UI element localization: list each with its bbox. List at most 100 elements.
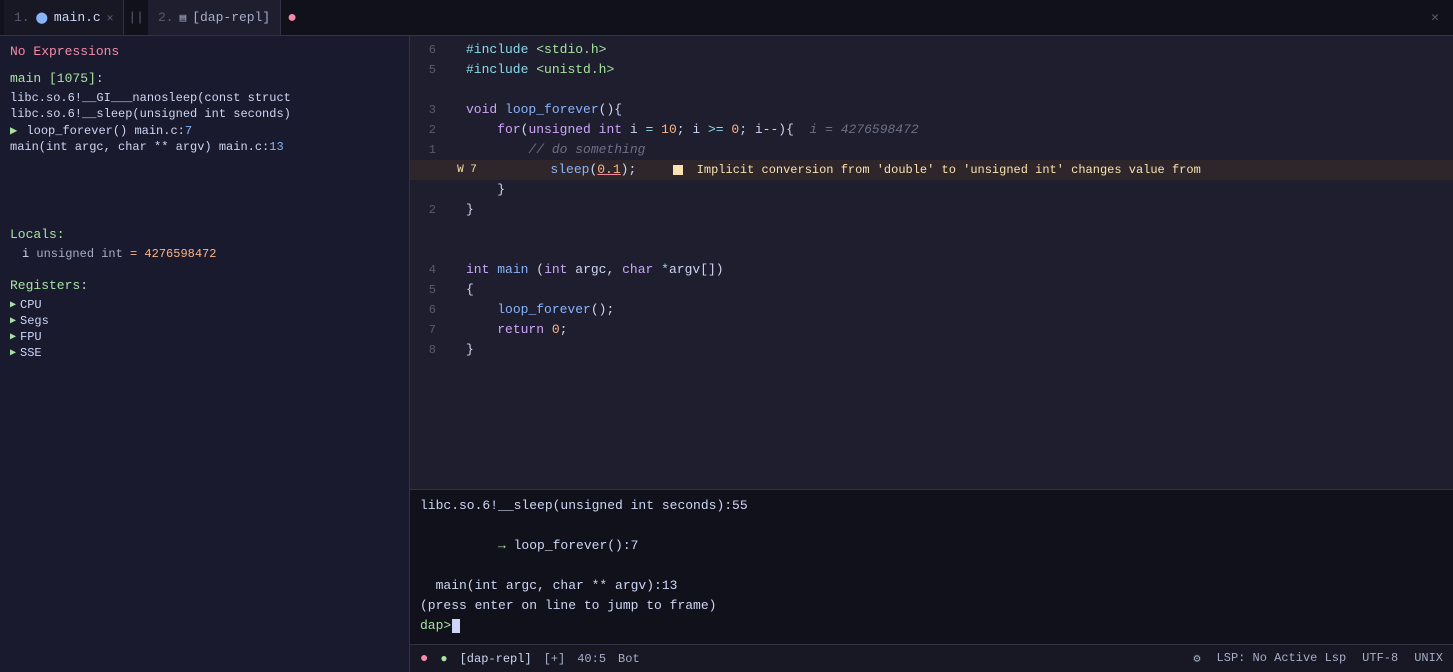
line-number: 2 xyxy=(410,200,446,220)
tab-close-icon[interactable]: ✕ xyxy=(107,11,114,25)
no-expressions-label: No Expressions xyxy=(10,44,399,59)
status-bar: ● ● [dap-repl] [+] 40:5 Bot ⚙ LSP: No Ac… xyxy=(410,644,1453,672)
code-line: 2 } xyxy=(410,200,1453,220)
expressions-section: No Expressions xyxy=(0,36,409,67)
left-panel: No Expressions main [1075]: libc.so.6!__… xyxy=(0,36,410,672)
line-marker-warn: W 7 xyxy=(446,160,488,180)
code-line: 1 // do something xyxy=(410,140,1453,160)
register-fpu[interactable]: ▶ FPU xyxy=(10,329,399,345)
code-line: 5 #include <unistd.h> xyxy=(410,60,1453,80)
code-line xyxy=(410,240,1453,260)
terminal-panel[interactable]: libc.so.6!__sleep(unsigned int seconds):… xyxy=(410,489,1453,644)
line-content: { xyxy=(466,280,1453,300)
status-position: 40:5 xyxy=(577,652,606,666)
stack-frame-text: main(int argc, char ** argv) main.c: xyxy=(10,140,269,154)
prompt-text: dap> xyxy=(420,616,451,636)
tab-label-2: [dap-repl] xyxy=(192,10,270,25)
stack-frame-text: loop_forever() main.c: xyxy=(26,124,184,138)
line-content: #include <unistd.h> xyxy=(466,60,1453,80)
triangle-icon: ▶ xyxy=(10,299,16,311)
call-stack-item[interactable]: main(int argc, char ** argv) main.c:13 xyxy=(10,139,399,155)
line-content: sleep(0.1); Implicit conversion from 'do… xyxy=(488,160,1453,180)
tab-bar: 1. ⬤ main.c ✕ || 2. ▤ [dap-repl] ● ✕ xyxy=(0,0,1453,36)
right-panel: 6 #include <stdio.h> 5 #include <unistd.… xyxy=(410,36,1453,672)
line-content: for(unsigned int i = 10; i >= 0; i--){ i… xyxy=(466,120,1453,140)
line-content: int main (int argc, char *argv[]) xyxy=(466,260,1453,280)
status-line-ending: UNIX xyxy=(1414,651,1443,666)
status-scroll: Bot xyxy=(618,652,640,666)
stack-frame-file-ref-2: 13 xyxy=(269,140,283,154)
spacer xyxy=(0,159,409,219)
line-number: 2 xyxy=(410,120,446,140)
code-line xyxy=(410,220,1453,240)
tab-separator: || xyxy=(124,10,148,25)
triangle-icon: ▶ xyxy=(10,331,16,343)
code-line: 6 loop_forever(); xyxy=(410,300,1453,320)
main-area: No Expressions main [1075]: libc.so.6!__… xyxy=(0,36,1453,672)
register-label: SSE xyxy=(20,346,42,360)
code-line: 5 { xyxy=(410,280,1453,300)
line-content: void loop_forever(){ xyxy=(466,100,1453,120)
tab-dap-repl[interactable]: 2. ▤ [dap-repl] xyxy=(148,0,281,35)
code-line: 3 void loop_forever(){ xyxy=(410,100,1453,120)
c-icon: ⬤ xyxy=(36,11,48,25)
terminal-content: libc.so.6!__sleep(unsigned int seconds):… xyxy=(410,490,1453,644)
line-content: } xyxy=(466,200,1453,220)
tab-main-c[interactable]: 1. ⬤ main.c ✕ xyxy=(4,0,124,35)
unsaved-dot: ● xyxy=(287,9,297,27)
register-segs[interactable]: ▶ Segs xyxy=(10,313,399,329)
gear-icon: ⚙ xyxy=(1193,651,1200,666)
terminal-line[interactable]: main(int argc, char ** argv):13 xyxy=(420,576,1443,596)
register-sse[interactable]: ▶ SSE xyxy=(10,345,399,361)
code-line: 8 } xyxy=(410,340,1453,360)
locals-section: Locals: i unsigned int = 4276598472 xyxy=(0,219,409,270)
code-line: } xyxy=(410,180,1453,200)
line-number: 3 xyxy=(410,100,446,120)
locals-header: Locals: xyxy=(10,227,399,242)
var-value: = 4276598472 xyxy=(130,247,216,261)
status-tab-label: [dap-repl] xyxy=(460,652,532,666)
registers-header: Registers: xyxy=(10,278,399,293)
status-right-group: ⚙ LSP: No Active Lsp UTF-8 UNIX xyxy=(1193,651,1443,666)
code-editor[interactable]: 6 #include <stdio.h> 5 #include <unistd.… xyxy=(410,36,1453,489)
triangle-icon: ▶ xyxy=(10,347,16,359)
terminal-arrow-icon: → xyxy=(498,538,514,553)
terminal-line[interactable]: → loop_forever():7 xyxy=(420,516,1443,576)
line-number: 4 xyxy=(410,260,446,280)
code-line: 2 for(unsigned int i = 10; i >= 0; i--){… xyxy=(410,120,1453,140)
code-line xyxy=(410,80,1453,100)
active-arrow-icon: ▶ xyxy=(10,124,17,138)
line-number: 5 xyxy=(410,60,446,80)
line-number: 6 xyxy=(410,40,446,60)
tab-number-2: 2. xyxy=(158,10,174,25)
tab-label: main.c xyxy=(54,10,101,25)
code-lines: 6 #include <stdio.h> 5 #include <unistd.… xyxy=(410,36,1453,489)
local-variable: i unsigned int = 4276598472 xyxy=(10,246,399,262)
call-stack-item-active[interactable]: ▶ loop_forever() main.c:7 xyxy=(10,122,399,139)
code-line: 4 int main (int argc, char *argv[]) xyxy=(410,260,1453,280)
var-name: i xyxy=(22,247,36,261)
code-line: 6 #include <stdio.h> xyxy=(410,40,1453,60)
terminal-prompt[interactable]: dap> xyxy=(420,616,1443,636)
close-window-icon[interactable]: ✕ xyxy=(1421,10,1449,25)
code-line-warn: W 7 sleep(0.1); Implicit conversion from… xyxy=(410,160,1453,180)
status-lsp-label: LSP: No Active Lsp xyxy=(1217,651,1347,666)
warning-text: Implicit conversion from 'double' to 'un… xyxy=(689,163,1200,177)
status-encoding: UTF-8 xyxy=(1362,651,1398,666)
status-green-dot-icon: ● xyxy=(440,652,447,666)
line-content: } xyxy=(466,340,1453,360)
register-label: Segs xyxy=(20,314,49,328)
call-stack-item[interactable]: libc.so.6!__sleep(unsigned int seconds) xyxy=(10,106,399,122)
register-cpu[interactable]: ▶ CPU xyxy=(10,297,399,313)
line-number: 6 xyxy=(410,300,446,320)
line-number: 1 xyxy=(410,140,446,160)
line-content: // do something xyxy=(466,140,1453,160)
terminal-cursor xyxy=(452,619,460,633)
line-content: loop_forever(); xyxy=(466,300,1453,320)
status-buffer-flag: [+] xyxy=(544,652,566,666)
call-stack-item[interactable]: libc.so.6!__GI___nanosleep(const struct xyxy=(10,90,399,106)
registers-section: Registers: ▶ CPU ▶ Segs ▶ FPU ▶ SSE xyxy=(0,270,409,369)
line-number: 7 xyxy=(410,320,446,340)
line-content: return 0; xyxy=(466,320,1453,340)
tab-number: 1. xyxy=(14,10,30,25)
